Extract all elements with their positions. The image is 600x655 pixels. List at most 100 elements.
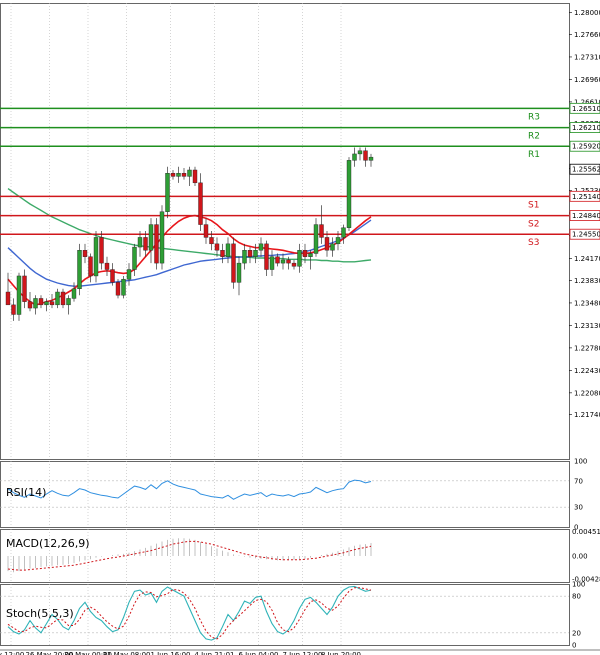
level-name-r1: R1 [528,150,540,160]
macd-label: MACD(12,26,9) [6,537,90,550]
candle-body [22,275,27,302]
candle-body [203,224,209,238]
rsi-y-tick-label: 30 [574,504,583,512]
candle-body [363,150,368,161]
candle-body [154,224,159,264]
y-tick-label: 1.23130 [574,322,600,330]
stoch-y-tick-label: 100 [572,581,585,589]
stoch-y-tick-label: 20 [572,629,581,637]
candle-body [137,237,143,248]
candle-body [209,237,214,245]
candle-body [269,256,275,270]
candle-body [236,262,242,283]
x-tick-label: 6 Jun 04:00 [238,651,278,655]
candle-body [242,250,247,264]
candle-body [291,262,297,267]
level-name-s1: S1 [528,200,539,210]
rsi-y-tick-label: 100 [574,458,587,466]
candle-body [297,250,302,267]
level-name-s3: S3 [528,238,539,248]
level-name-r2: R2 [528,132,540,142]
stoch-label: Stoch(5,5,3) [6,607,74,620]
candle-body [55,291,60,306]
candle-body [121,278,126,296]
candle-body [302,250,308,257]
macd-y-tick-label: 0.00 [572,553,588,561]
candle-body [16,275,22,315]
candle-body [192,169,198,184]
rsi-label: RSI(14) [6,486,46,499]
candle-body [77,250,82,290]
stoch-y-tick-label: 0 [572,642,576,650]
y-tick-label: 1.22430 [574,367,600,375]
candle-body [104,262,110,270]
x-tick-label: 1 Jun 16:00 [150,651,190,655]
candle-body [93,237,99,277]
y-tick-label: 1.22780 [574,344,600,352]
level-price-label: 1.25140 [572,193,600,201]
candle-body [60,291,66,306]
candle-body [280,259,286,264]
y-tick-label: 1.27660 [574,31,600,39]
level-name-s2: S2 [528,220,539,230]
level-name-r3: R3 [528,112,540,122]
y-tick-label: 1.22080 [574,389,600,397]
candle-body [176,172,181,177]
candle-body [330,243,335,251]
candle-body [346,160,352,228]
candle-body [341,227,346,238]
candle-body [187,169,192,177]
y-tick-label: 1.26960 [574,76,600,84]
candle-body [258,243,264,251]
y-tick-label: 1.27310 [574,53,600,61]
candle-body [313,224,319,254]
y-tick-label: 1.21740 [574,411,600,419]
candle-body [27,301,33,309]
candle-body [170,172,176,177]
level-price-label: 1.25920 [572,143,600,151]
level-price-label: 1.24550 [572,231,600,239]
candle-body [132,246,137,270]
candle-body [286,259,291,264]
candle-body [324,237,330,251]
candle-body [275,256,280,264]
candle-body [225,243,231,257]
candle-body [214,243,220,251]
candle-body [264,243,269,270]
candle-body [220,250,225,257]
candle-body [308,253,313,257]
y-tick-label: 1.23480 [574,299,600,307]
level-price-label: 1.26210 [572,124,600,132]
candle-body [247,250,253,257]
candle-body [99,237,104,264]
candle-body [319,224,324,238]
candle-body [198,182,203,225]
candle-body [38,298,44,306]
candle-body [11,304,16,315]
stoch-y-tick-label: 80 [572,593,581,601]
candle-body [5,291,11,306]
candle-body [71,288,77,299]
candle-body [352,153,357,161]
chart-canvas: y 12:00 26 May 20:0030 May 00:0031 May 08… [0,0,600,655]
candle-body [88,256,93,277]
candle-body [357,150,363,155]
candle-body [44,301,49,306]
x-tick-label: 4 Jun 21:01 [194,651,234,655]
y-tick-label: 1.28000 [574,9,600,17]
candle-body [110,269,115,283]
y-tick-label: 1.24170 [574,255,600,263]
level-price-label: 1.26510 [572,105,600,113]
candle-body [181,172,187,177]
candle-body [33,298,38,309]
candle-body [143,237,148,251]
x-tick-label: 8 Jun 20:00 [321,651,361,655]
candle-body [148,224,154,251]
candle-body [49,301,55,306]
y-tick-label: 1.23830 [574,277,600,285]
candle-body [368,156,374,161]
x-tick-label: y 12:00 [0,651,24,655]
x-tick-label: 7 Jun 12:00 [282,651,322,655]
current-price-label: 1.25562 [572,166,600,174]
candle-body [159,211,165,264]
